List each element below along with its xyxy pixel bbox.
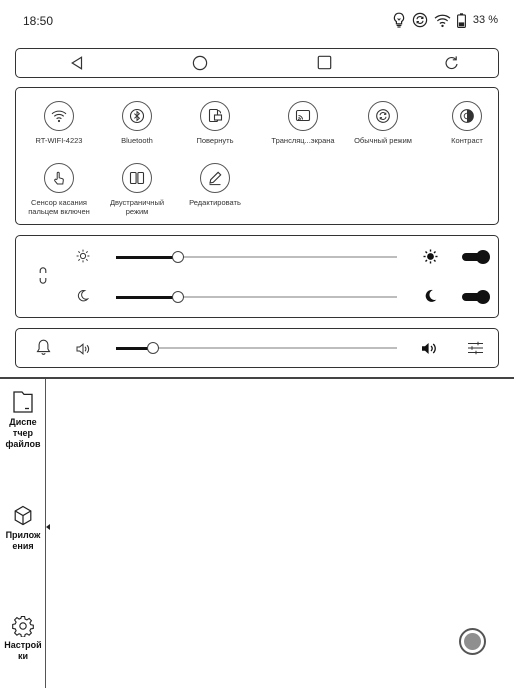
launcher-sidebar: Диспе тчер файлов Прилож ения Настрой ки: [0, 379, 50, 688]
tile-label: Bluetooth: [121, 136, 153, 145]
tile-label: Обычный режим: [354, 136, 412, 145]
tile-icon-wrap: [452, 101, 482, 131]
cold-light-toggle[interactable]: [462, 290, 490, 304]
refresh-mode-icon: [376, 109, 390, 123]
back-button[interactable]: [52, 49, 102, 76]
speaker-high-icon: [422, 343, 436, 354]
tile-icon-wrap: [122, 163, 152, 193]
slider-fill: [116, 295, 178, 299]
warm-light-toggle[interactable]: [462, 250, 490, 264]
recents-square-icon: [317, 55, 331, 70]
sidebar-item-label: Прилож ения: [5, 530, 41, 551]
tile-icon-wrap: [368, 101, 398, 131]
wifi-icon: [434, 14, 451, 27]
tile-label: Трансляц...экрана: [271, 136, 335, 145]
sidebar-item-apps[interactable]: Прилож ения: [0, 505, 46, 552]
tile-contrast[interactable]: Контраст: [429, 101, 505, 145]
slider-knob[interactable]: [171, 251, 184, 263]
refresh-icon: [445, 55, 458, 69]
moon-outline-icon: [77, 290, 89, 302]
status-icons: 33 %: [392, 8, 498, 32]
moon-filled-icon: [425, 289, 437, 302]
tile-icon-wrap: [44, 101, 74, 131]
warm-light-slider[interactable]: [116, 251, 397, 263]
slider-fill: [116, 255, 178, 259]
tile-label: Двустраничный режим: [109, 198, 165, 216]
tile-icon-wrap: [288, 101, 318, 131]
volume-panel: [15, 328, 499, 368]
gear-icon: [12, 615, 34, 637]
toggle-knob: [476, 290, 490, 304]
battery-icon: [456, 12, 466, 28]
tile-edit[interactable]: Редактировать: [177, 163, 253, 207]
tile-label: RT-WIFI-4223: [35, 136, 83, 145]
home-circle-icon: [192, 55, 208, 70]
tile-touch-sensor[interactable]: Сенсор касания пальцем включен: [21, 163, 97, 216]
slider-knob[interactable]: [146, 342, 159, 354]
refresh-button[interactable]: [427, 49, 477, 76]
split-page-icon: [129, 171, 145, 185]
tile-label: Редактировать: [189, 198, 241, 207]
cube-icon: [14, 505, 32, 526]
tile-icon-wrap: [200, 163, 230, 193]
tile-label: Сенсор касания пальцем включен: [28, 198, 90, 216]
tile-bluetooth[interactable]: Bluetooth: [99, 101, 175, 145]
contrast-icon: [460, 109, 474, 123]
wifi-icon: [51, 110, 67, 123]
tile-icon-wrap: [200, 101, 230, 131]
folder-icon: [13, 391, 33, 413]
battery-percentage: 33 %: [472, 14, 498, 26]
tile-label: Повернуть: [196, 136, 234, 145]
tile-refresh-mode[interactable]: Обычный режим: [345, 101, 421, 145]
sidebar-item-settings[interactable]: Настрой ки: [0, 615, 46, 662]
quick-settings-panel: RT-WIFI-4223 Bluetooth Повернуть Трансля…: [15, 87, 499, 225]
floating-ball-icon: [464, 633, 481, 650]
lightbulb-icon: [393, 12, 405, 28]
sun-outline-icon: [76, 249, 90, 263]
tile-dual-page[interactable]: Двустраничный режим: [99, 163, 175, 216]
sidebar-selected-indicator: [46, 524, 50, 530]
tile-rotate[interactable]: Повернуть: [177, 101, 253, 145]
status-bar: 18:50 33 %: [0, 0, 514, 40]
tile-wifi[interactable]: RT-WIFI-4223: [21, 101, 97, 145]
navigation-bar: [15, 48, 499, 78]
bell-icon[interactable]: [36, 339, 51, 356]
sidebar-item-label: Настрой ки: [4, 640, 42, 661]
toggle-knob: [476, 250, 490, 264]
panel-divider: [0, 377, 514, 379]
home-button[interactable]: [175, 49, 225, 76]
sun-filled-icon: [423, 249, 438, 264]
rotate-icon: [208, 108, 223, 123]
recents-button[interactable]: [299, 49, 349, 76]
brightness-panel: [15, 235, 499, 318]
tile-screen-cast[interactable]: Трансляц...экрана: [265, 101, 341, 145]
pencil-icon: [209, 171, 222, 186]
back-triangle-icon: [71, 55, 83, 70]
speaker-low-icon: [76, 343, 90, 355]
sliders-icon[interactable]: [467, 341, 484, 355]
floating-ball-button[interactable]: [459, 628, 486, 655]
sync-icon: [412, 12, 428, 28]
tile-label: Контраст: [451, 136, 483, 145]
volume-slider[interactable]: [116, 342, 397, 354]
link-icon[interactable]: [39, 267, 47, 284]
bluetooth-icon: [129, 108, 145, 124]
cast-icon: [295, 109, 311, 122]
slider-knob[interactable]: [171, 291, 184, 303]
touch-icon: [54, 171, 64, 185]
sidebar-item-label: Диспе тчер файлов: [5, 417, 41, 449]
tile-icon-wrap: [44, 163, 74, 193]
tile-icon-wrap: [122, 101, 152, 131]
cold-light-slider[interactable]: [116, 291, 397, 303]
sidebar-item-file-manager[interactable]: Диспе тчер файлов: [0, 390, 46, 450]
status-time: 18:50: [23, 14, 54, 28]
